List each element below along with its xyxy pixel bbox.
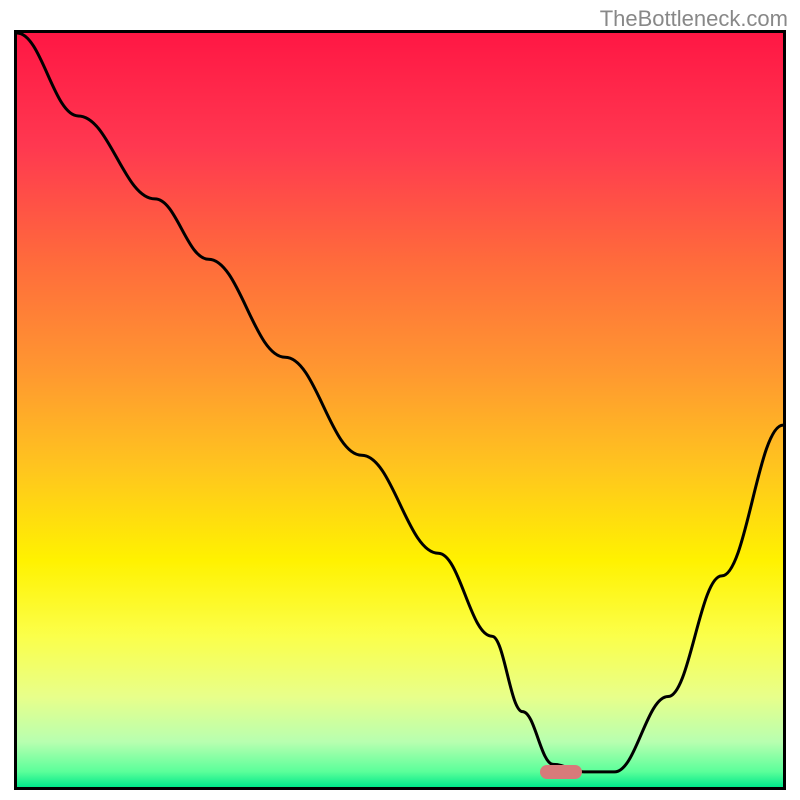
optimal-marker [540, 765, 582, 779]
watermark-text: TheBottleneck.com [600, 6, 788, 32]
bottleneck-curve [17, 33, 783, 787]
chart-frame [14, 30, 786, 790]
